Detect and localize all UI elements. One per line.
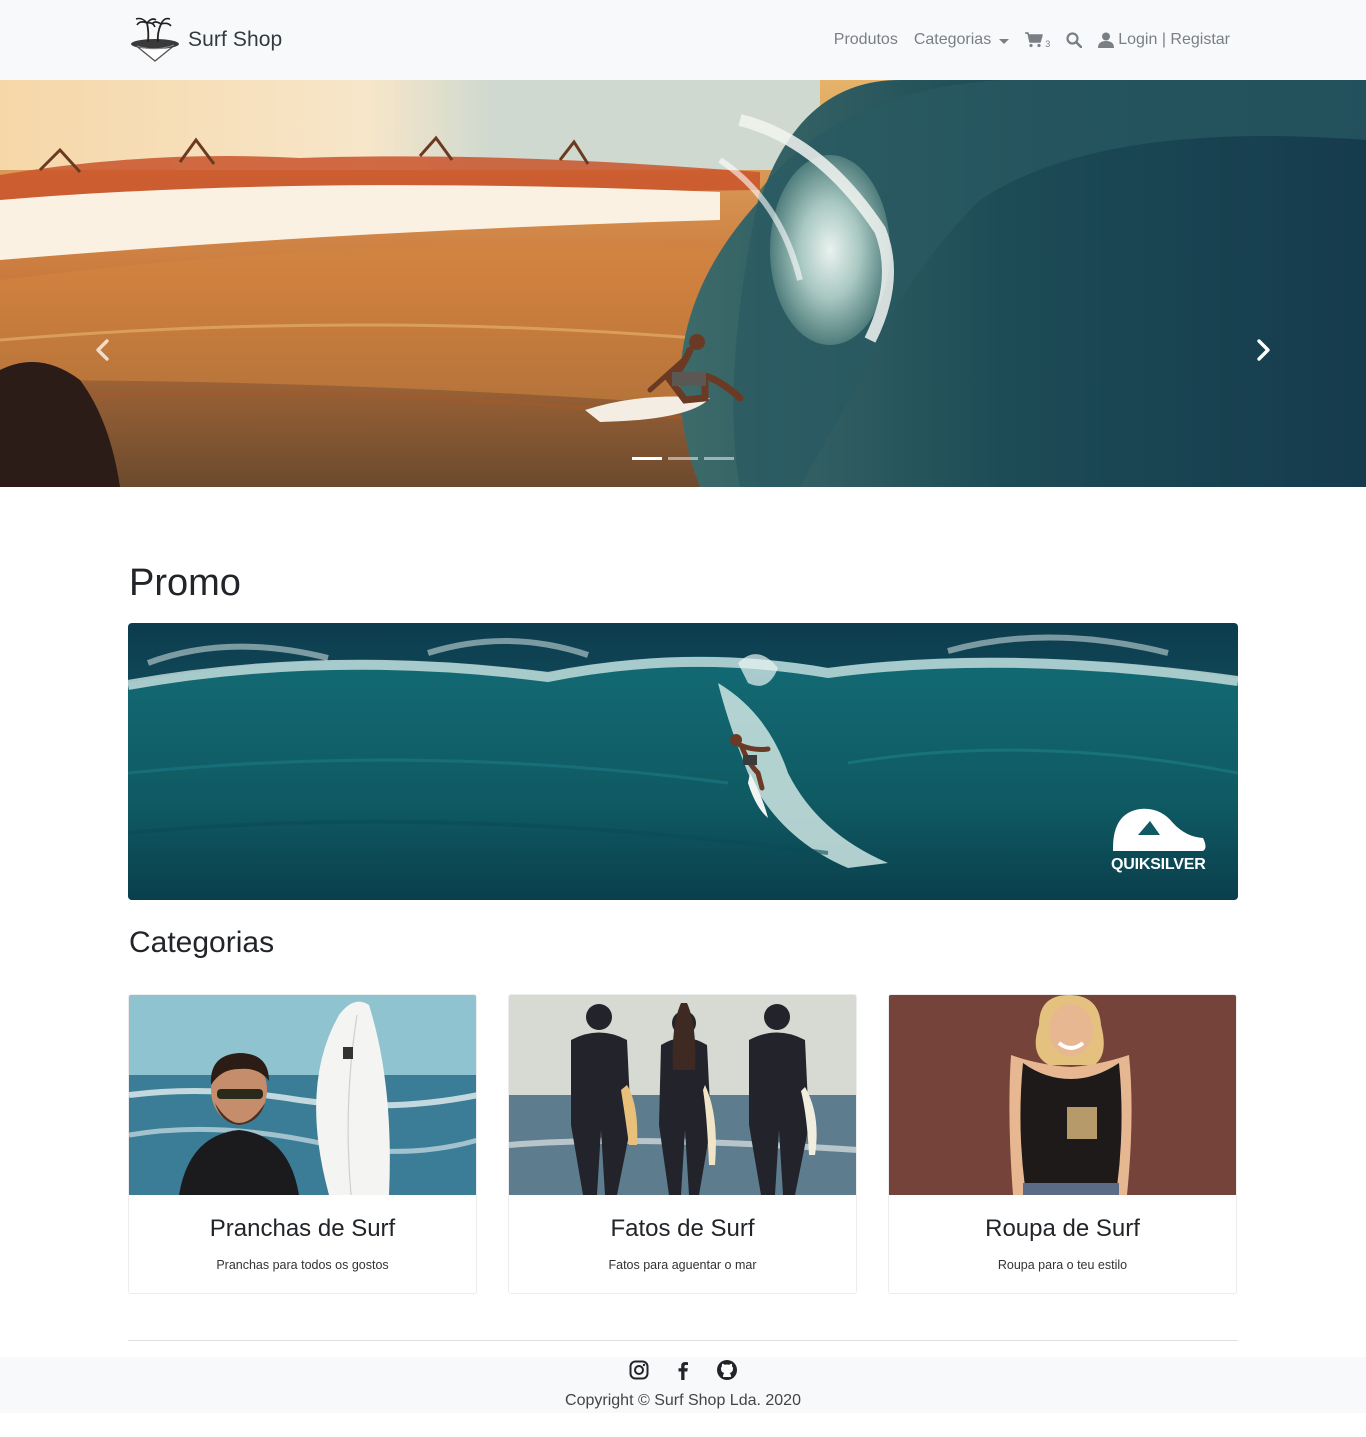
carousel-next-button[interactable]: [1252, 338, 1274, 362]
nav-produtos[interactable]: Produtos: [834, 31, 898, 49]
hero-carousel[interactable]: [0, 80, 1366, 487]
main-nav: Produtos Categorias 3 Login | Registar: [834, 28, 1230, 52]
category-description: Fatos para aguentar o mar: [608, 1258, 757, 1272]
carousel-indicator-3[interactable]: [704, 457, 734, 460]
promo-banner-image: [128, 623, 1238, 900]
category-image-roupa: [889, 995, 1236, 1195]
promo-heading: Promo: [129, 562, 241, 604]
nav-categorias-dropdown[interactable]: Categorias: [913, 31, 1010, 49]
login-register-link[interactable]: Login | Registar: [1098, 31, 1230, 49]
search-button[interactable]: [1066, 32, 1083, 48]
category-card-pranchas[interactable]: Pranchas de Surf Pranchas para todos os …: [128, 994, 477, 1294]
category-description: Pranchas para todos os gostos: [216, 1258, 389, 1272]
shopping-cart-icon: [1025, 32, 1044, 48]
category-description: Roupa para o teu estilo: [997, 1258, 1128, 1272]
copyright-text: Copyright © Surf Shop Lda. 2020: [565, 1392, 801, 1409]
island-logo-icon: [131, 17, 179, 62]
footer-divider: [128, 1340, 1238, 1341]
promo-brand-name: QUIKSILVER: [1111, 856, 1206, 873]
facebook-link[interactable]: [672, 1359, 694, 1381]
brand-link[interactable]: Surf Shop: [128, 14, 282, 66]
categories-heading: Categorias: [129, 926, 275, 959]
cart-count-badge: 3: [1045, 39, 1051, 49]
user-icon: [1098, 32, 1115, 48]
chevron-right-icon: [1257, 339, 1270, 361]
instagram-link[interactable]: [628, 1359, 650, 1381]
carousel-indicator-1[interactable]: [632, 457, 662, 460]
login-register-label: Login | Registar: [1118, 31, 1230, 48]
category-image-fatos: [509, 995, 856, 1195]
brand-name: Surf Shop: [188, 28, 283, 51]
category-card-fatos[interactable]: Fatos de Surf Fatos para aguentar o mar: [508, 994, 857, 1294]
navbar: Surf Shop Produtos Categorias 3 Login | …: [0, 0, 1366, 80]
category-title: Fatos de Surf: [610, 1215, 755, 1242]
search-icon: [1066, 32, 1083, 48]
caret-down-icon: [999, 38, 1010, 44]
category-card-roupa[interactable]: Roupa de Surf Roupa para o teu estilo: [888, 994, 1237, 1294]
category-title: Roupa de Surf: [985, 1215, 1140, 1242]
instagram-icon: [629, 1360, 649, 1380]
carousel-prev-button[interactable]: [92, 338, 114, 362]
facebook-icon: [678, 1362, 688, 1380]
category-title: Pranchas de Surf: [209, 1215, 396, 1242]
carousel-indicator-2[interactable]: [668, 457, 698, 460]
promo-banner[interactable]: QUIKSILVER: [128, 623, 1238, 900]
social-links: [628, 1359, 760, 1381]
cart-button[interactable]: 3: [1025, 31, 1050, 49]
hero-slide-image: [0, 80, 1366, 487]
github-link[interactable]: [716, 1359, 738, 1381]
github-icon: [717, 1360, 737, 1380]
category-image-pranchas: [129, 995, 476, 1195]
chevron-left-icon: [96, 339, 109, 361]
footer: Copyright © Surf Shop Lda. 2020: [0, 1357, 1366, 1413]
nav-categorias-label: Categorias: [913, 31, 992, 48]
carousel-indicators: [632, 457, 740, 460]
